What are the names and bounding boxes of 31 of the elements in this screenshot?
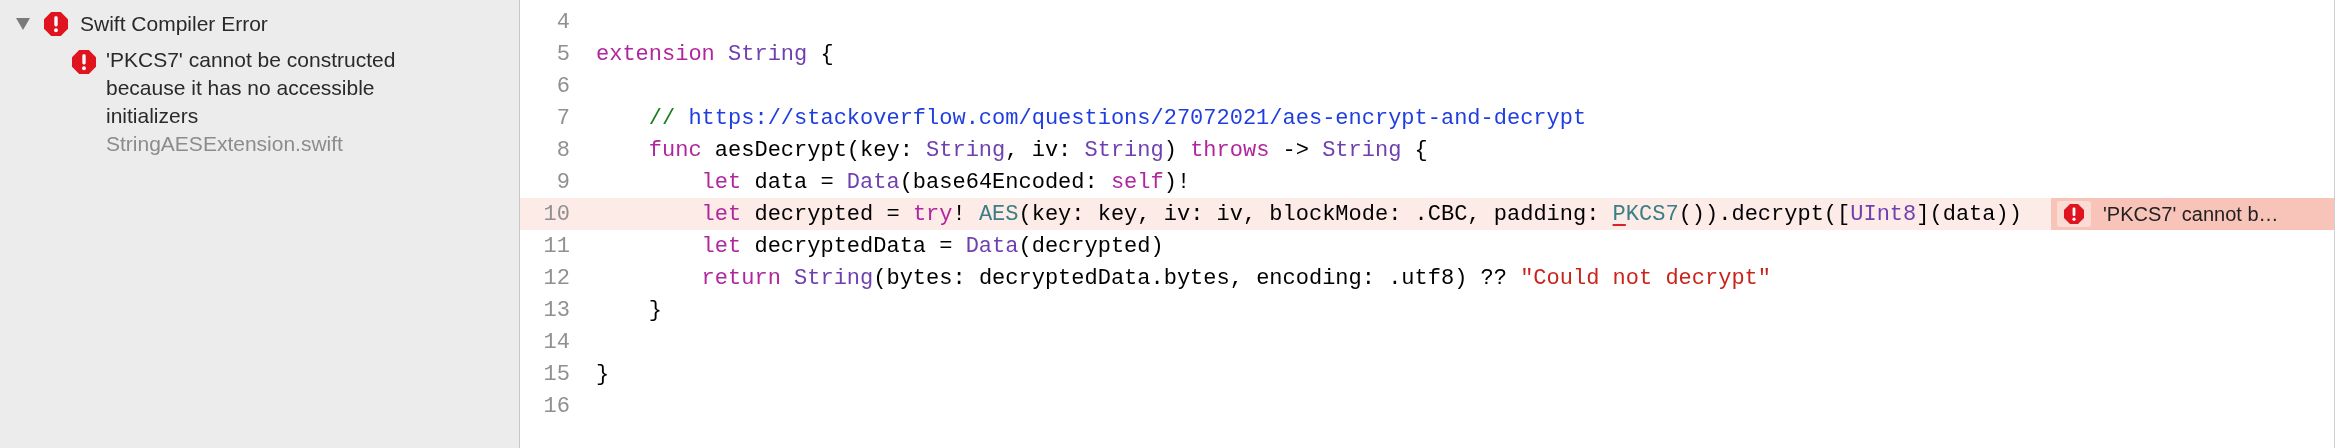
inline-error-message[interactable]: 'PKCS7' cannot b… xyxy=(2051,198,2334,230)
code-line: let decryptedData = Data(decrypted) xyxy=(700,232,1164,261)
code-line: func aesDecrypt(key: String, iv: String) throws -> String { xyxy=(647,136,1428,165)
line-number: 8 xyxy=(555,136,570,165)
disclosure-triangle-icon[interactable] xyxy=(16,18,30,30)
line-number: 13 xyxy=(542,296,570,325)
error-icon xyxy=(72,50,96,74)
line-number: 6 xyxy=(555,72,570,101)
line-number: 10 xyxy=(542,200,570,229)
code-line: extension String { xyxy=(596,40,834,69)
file-name: StringAESExtension.swift xyxy=(106,131,344,157)
line-number: 4 xyxy=(555,8,570,37)
error-icon xyxy=(2064,204,2084,224)
code-line: let data = Data(base64Encoded: self)! xyxy=(700,168,1191,197)
issue-message: 'PKCS7' cannot be constructed because it has no accessible initializers xyxy=(106,47,397,129)
issue-group-title[interactable]: Swift Compiler Error xyxy=(80,8,268,40)
line-number: 15 xyxy=(542,360,570,389)
code-line: return String(bytes: decryptedData.bytes, encoding: .utf8) ?? "Could not decrypt" xyxy=(700,264,1771,293)
line-number: 16 xyxy=(542,392,570,421)
line-number: 7 xyxy=(555,104,570,133)
error-icon xyxy=(44,12,68,36)
line-number: 9 xyxy=(555,168,570,197)
line-number: 14 xyxy=(542,328,570,357)
line-number: 11 xyxy=(542,232,570,261)
code-line: } xyxy=(596,360,610,389)
line-number: 5 xyxy=(555,40,570,69)
issue-item[interactable]: 'PKCS7' cannot be constructed because it has no accessible initializers StringAESExtension.swift xyxy=(0,46,519,158)
code-line: // https://stackoverflow.com/questions/27072021/aes-encrypt-and-decrypt xyxy=(647,104,1587,133)
code-line: } xyxy=(647,296,662,325)
code-line: let decrypted = try! AES(key: key, iv: iv, blockMode: .CBC, padding: PKCS7()).decrypt([UInt8](data)) xyxy=(700,200,2022,229)
line-number: 12 xyxy=(542,264,570,293)
